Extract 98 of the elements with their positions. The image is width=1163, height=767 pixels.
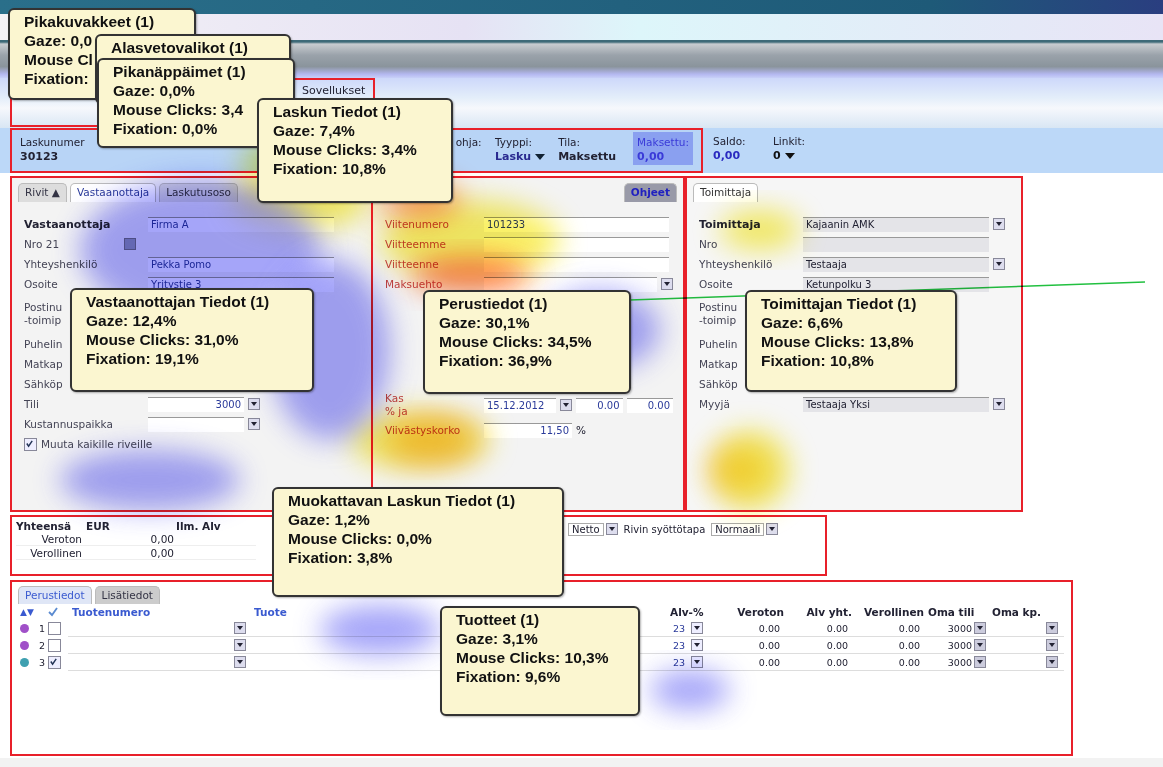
table-cell: 0.00 bbox=[720, 654, 784, 671]
field-label: Postinu bbox=[24, 301, 63, 314]
field-value: 0,00 bbox=[713, 149, 741, 162]
column-header: Tuote bbox=[253, 606, 288, 618]
field-label: Osoite bbox=[24, 278, 59, 290]
tooltip-stat: Gaze: 3,1% bbox=[456, 629, 539, 648]
column-header: Veroton bbox=[736, 606, 784, 618]
tooltip-title: Toimittajan Tiedot (1) bbox=[761, 294, 918, 313]
field-label: Nro bbox=[699, 238, 719, 250]
field-label: Rivin syöttötapa bbox=[623, 523, 706, 535]
tooltip-stat: Gaze: 1,2% bbox=[288, 510, 371, 529]
field-label: -toimip bbox=[699, 314, 737, 327]
tooltip-stat: Mouse Clicks: 34,5% bbox=[439, 332, 593, 351]
field-label: % ja bbox=[385, 405, 408, 418]
field-label: Linkit: bbox=[773, 135, 806, 147]
field-label: Matkap bbox=[699, 358, 738, 370]
column-header: Alv-% bbox=[670, 606, 705, 618]
column-header: Yhteensä bbox=[16, 520, 73, 532]
tooltip-stat: Fixation: 10,8% bbox=[761, 351, 875, 370]
checkbox-label: Muuta kaikille riveille bbox=[41, 438, 154, 450]
tooltip-stat: Gaze: 0,0% bbox=[113, 81, 196, 100]
field-label: Kustannuspaikka bbox=[24, 418, 114, 430]
tooltip-title: Pikakuvakkeet (1) bbox=[24, 12, 156, 31]
field-label: Toimittaja bbox=[699, 217, 762, 231]
row-number: 3 bbox=[37, 657, 46, 668]
tooltip-stat: Gaze: 7,4% bbox=[273, 121, 356, 140]
field-label: Sähköp bbox=[699, 378, 738, 390]
field-value: Maksettu bbox=[558, 150, 617, 163]
tooltip-stat: Mouse Clicks: 0,0% bbox=[288, 529, 433, 548]
tooltip-title: Muokattavan Laskun Tiedot (1) bbox=[288, 491, 517, 510]
field-label: Viitteemme bbox=[385, 238, 447, 250]
field-value: 0,00 bbox=[637, 150, 665, 163]
field-label: Maksettu: bbox=[637, 136, 689, 148]
tooltip-stat: Mouse Clicks: 31,0% bbox=[86, 330, 240, 349]
tooltip-title: Vastaanottajan Tiedot (1) bbox=[86, 292, 271, 311]
table-cell: 0.00 bbox=[720, 620, 784, 637]
table-cell: Verollinen bbox=[16, 547, 86, 560]
field-label: Tili bbox=[24, 398, 40, 410]
field-label: Tila: bbox=[558, 136, 581, 148]
tooltip-stat: Gaze: 6,6% bbox=[761, 313, 844, 332]
column-header: Verollinen bbox=[863, 606, 924, 618]
tooltip-stat: Fixation: 19,1% bbox=[86, 349, 200, 368]
tooltip-title: Perustiedot (1) bbox=[439, 294, 549, 313]
field-label: Myyjä bbox=[699, 398, 731, 410]
field-label: Saldo: bbox=[713, 135, 746, 147]
column-header: EUR bbox=[86, 520, 111, 532]
table-cell: 0.00 bbox=[852, 637, 924, 654]
table-cell: 0.00 bbox=[784, 637, 852, 654]
field-label: Viitteenne bbox=[385, 258, 440, 270]
table-cell: 0.00 bbox=[720, 637, 784, 654]
tooltip-title: Alasvetovalikot (1) bbox=[111, 38, 249, 57]
tooltip-stat: Mouse Cl bbox=[24, 50, 94, 69]
field-label: Matkap bbox=[24, 358, 63, 370]
table-cell: 0.00 bbox=[784, 620, 852, 637]
table-cell: Veroton bbox=[16, 533, 86, 546]
field-label: Laskunumer bbox=[20, 136, 85, 148]
table-cell: 0,00 bbox=[86, 547, 176, 560]
column-header: Oma kp. bbox=[992, 606, 1043, 618]
field-label: -toimip bbox=[24, 314, 62, 327]
field-label: Tyyppi: bbox=[495, 136, 533, 148]
tooltip-title: Tuotteet (1) bbox=[456, 610, 541, 629]
field-label: Maksuehto bbox=[385, 278, 444, 290]
tooltip-title: Pikanäppäimet (1) bbox=[113, 62, 247, 81]
tooltip-stat: Fixation: 9,6% bbox=[456, 667, 562, 686]
table-cell: 0.00 bbox=[852, 620, 924, 637]
field-label: Viivästyskorko bbox=[385, 424, 462, 436]
column-header: Tuotenumero bbox=[71, 606, 152, 618]
table-cell: 0.00 bbox=[852, 654, 924, 671]
field-label: ohja: bbox=[455, 136, 482, 148]
tooltip-stat: Gaze: 12,4% bbox=[86, 311, 178, 330]
column-header: Alv yht. bbox=[805, 606, 852, 618]
row-number: 2 bbox=[37, 640, 46, 651]
tooltip-stat: Fixation: 3,8% bbox=[288, 548, 394, 567]
tooltip-stat: Gaze: 30,1% bbox=[439, 313, 531, 332]
field-label: Postinu bbox=[699, 301, 738, 314]
tooltip-title: Laskun Tiedot (1) bbox=[273, 102, 403, 121]
field-label: Viitenumero bbox=[385, 218, 450, 230]
field-label: Sähköp bbox=[24, 378, 63, 390]
tooltip-stat: Fixation: 10,8% bbox=[273, 159, 387, 178]
column-header: Oma tili bbox=[927, 606, 976, 618]
field-label: Vastaanottaja bbox=[24, 217, 112, 231]
tooltip-stat: Mouse Clicks: 10,3% bbox=[456, 648, 610, 667]
field-label: Puhelin bbox=[24, 338, 63, 350]
field-label: Yhteyshenkilö bbox=[24, 258, 99, 270]
field-label: Puhelin bbox=[699, 338, 738, 350]
field-label: Kas bbox=[385, 392, 404, 405]
table-cell: 0.00 bbox=[784, 654, 852, 671]
field-value: 30123 bbox=[20, 150, 59, 163]
tooltip-stat: Mouse Clicks: 3,4% bbox=[273, 140, 418, 159]
field-label: Nro 21 bbox=[24, 238, 61, 250]
unit-label: % bbox=[576, 424, 586, 436]
tooltip-stat: Mouse Clicks: 13,8% bbox=[761, 332, 915, 351]
table-cell: 0,00 bbox=[86, 533, 176, 546]
field-label: Osoite bbox=[699, 278, 734, 290]
tooltip-stat: Fixation: 36,9% bbox=[439, 351, 553, 370]
field-label: Yhteyshenkilö bbox=[699, 258, 774, 270]
row-number: 1 bbox=[37, 623, 46, 634]
column-header: Ilm. Alv bbox=[176, 520, 222, 532]
